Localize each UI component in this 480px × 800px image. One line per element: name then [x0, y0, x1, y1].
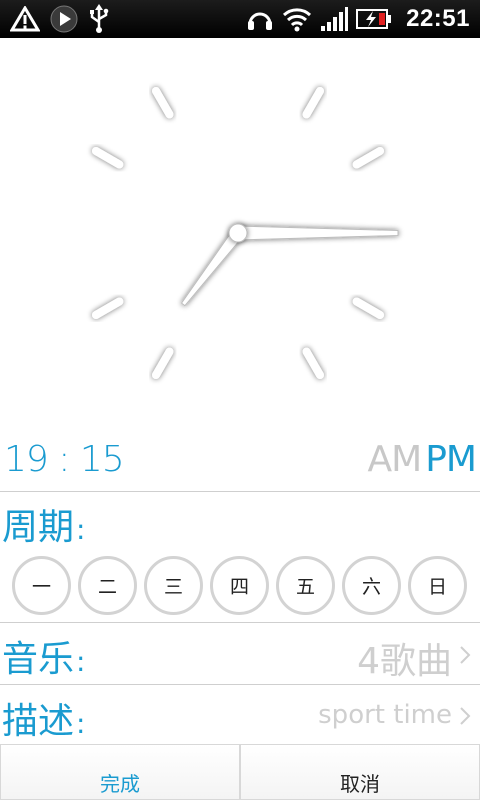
clock-tick: [152, 347, 174, 380]
description-value: sport time: [318, 700, 452, 730]
status-time: 22:51: [406, 5, 470, 32]
time-display-row: 19 : 15 AM PM: [0, 436, 480, 488]
status-bar: 22:51: [0, 0, 480, 38]
done-button[interactable]: 完成: [0, 744, 240, 800]
clock-tick: [302, 86, 324, 119]
time-value[interactable]: 19 : 15: [4, 439, 125, 480]
divider: [0, 622, 480, 623]
music-value: 4歌曲: [357, 641, 452, 682]
day-toggle-tue[interactable]: 二: [78, 556, 137, 615]
action-bar: 完成 取消: [0, 744, 480, 800]
analog-clock[interactable]: [0, 38, 480, 430]
day-toggle-mon[interactable]: 一: [12, 556, 71, 615]
description-label-text: 描述: [2, 701, 75, 742]
music-label: 音乐:: [2, 630, 85, 682]
signal-icon: [320, 0, 349, 38]
play-icon: [50, 0, 78, 38]
usb-icon: [88, 0, 110, 38]
divider: [0, 684, 480, 685]
music-colon: :: [76, 645, 86, 678]
repeat-colon: :: [76, 513, 86, 546]
warning-icon: [10, 0, 40, 38]
description-colon: :: [76, 707, 86, 740]
divider: [0, 491, 480, 492]
music-label-text: 音乐: [2, 639, 75, 680]
am-toggle[interactable]: AM: [368, 439, 423, 480]
day-toggle-thu[interactable]: 四: [210, 556, 269, 615]
repeat-label-text: 周期: [2, 507, 75, 548]
cancel-button[interactable]: 取消: [240, 744, 480, 800]
day-toggle-sat[interactable]: 六: [342, 556, 401, 615]
clock-tick: [91, 297, 124, 319]
repeat-label: 周期:: [2, 498, 85, 550]
am-pm-selector: AM PM: [368, 439, 477, 480]
pm-toggle[interactable]: PM: [425, 439, 477, 480]
day-toggle-sun[interactable]: 日: [408, 556, 467, 615]
day-toggle-wed[interactable]: 三: [144, 556, 203, 615]
clock-center-hub: [228, 223, 248, 243]
clock-tick: [91, 147, 124, 169]
battery-charging-icon: [356, 0, 392, 38]
day-selector: 一 二 三 四 五 六 日: [12, 556, 467, 615]
chevron-right-icon: [456, 643, 474, 667]
description-label: 描述:: [2, 692, 85, 744]
day-toggle-fri[interactable]: 五: [276, 556, 335, 615]
chevron-right-icon: [456, 704, 474, 728]
minute-hand: [237, 225, 399, 241]
headset-icon: [246, 0, 274, 38]
clock-tick: [352, 147, 385, 169]
alarm-edit-screen: 22:51 19 : 15 AM PM 周期: 一 二 三 四 五 六 日 音乐…: [0, 0, 480, 800]
clock-tick: [302, 347, 324, 380]
wifi-icon: [282, 0, 312, 38]
clock-tick: [352, 297, 385, 319]
clock-tick: [152, 86, 174, 119]
